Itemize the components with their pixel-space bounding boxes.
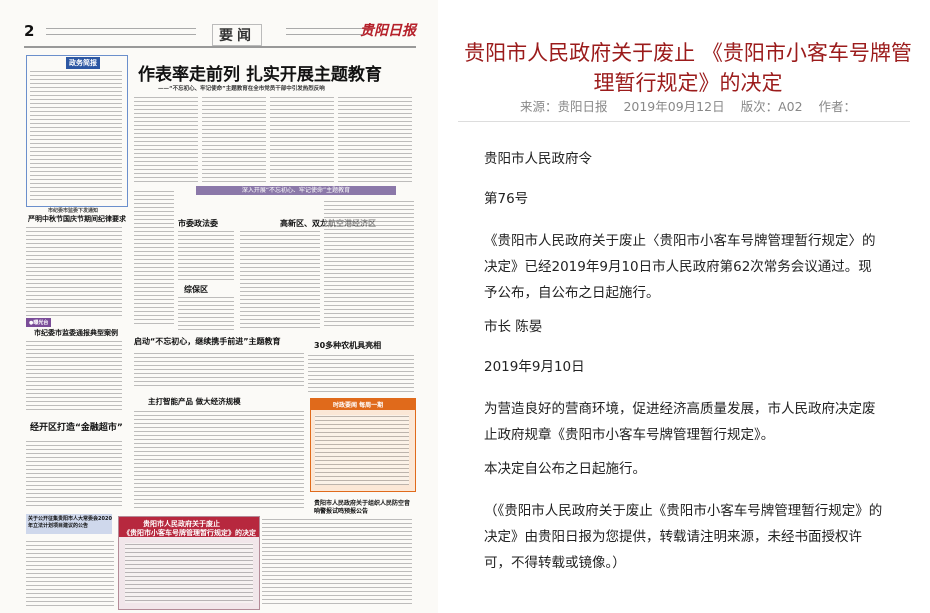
newspaper-text-column xyxy=(178,230,234,280)
newspaper-text-column xyxy=(308,354,414,394)
newspaper-main-headline: 作表率走前列 扎实开展主题教育 xyxy=(138,65,382,85)
article-paragraph: 2019年9月10日 xyxy=(484,359,585,375)
newspaper-headline-left1: 严明中秋节国庆节期间纪律要求 xyxy=(28,215,126,223)
header-rule-right xyxy=(286,28,366,35)
meta-divider xyxy=(458,121,910,122)
newspaper-header: 2 要闻 贵阳日报 xyxy=(24,22,416,48)
article-paragraph: 贵阳市人民政府令 xyxy=(484,151,592,167)
article-paragraph: 市长 陈晏 xyxy=(484,319,543,335)
article-paragraph: 本决定自公布之日起施行。 xyxy=(484,461,646,477)
article-paragraph: 第76号 xyxy=(484,191,529,207)
header-rule xyxy=(46,28,196,35)
newspaper-text-column xyxy=(178,296,234,330)
newspaper-logo: 贵阳日报 xyxy=(360,23,416,39)
newspaper-text-column xyxy=(134,190,174,326)
newspaper-main-subheadline: ——“不忘初心、牢记使命”主题教育在全市党员干部中引发热烈反响 xyxy=(158,86,325,92)
newspaper-text-column xyxy=(26,226,122,318)
newspaper-section-name: 要闻 xyxy=(212,24,262,46)
newspaper-headline-mid2: 综保区 xyxy=(184,285,208,294)
article-paragraph: 《贵阳市人民政府关于废止〈贵阳市小客车号牌管理暂行规定〉的决定》已经2019年9… xyxy=(484,233,876,301)
article-author: 作者： xyxy=(818,99,857,114)
newspaper-orange-ad: 时政要闻 每周一期 xyxy=(310,398,416,492)
newspaper-text-column xyxy=(324,200,414,328)
newspaper-page-image[interactable]: 2 要闻 贵阳日报 政务简报 市纪委市监委下发通知 严明中秋节国庆节期间纪律要求… xyxy=(0,0,438,613)
newspaper-headline-mid1: 市委政法委 xyxy=(178,219,218,228)
newspaper-kicker: 市纪委市监委下发通知 xyxy=(48,208,99,214)
article-paragraph: 为营造良好的营商环境，促进经济高质量发展，市人民政府决定废止政府规章《贵阳市小客… xyxy=(484,401,876,443)
newspaper-text-column xyxy=(134,96,198,184)
newspaper-headline-mid5: 主打智能产品 做大经济规模 xyxy=(148,397,241,406)
newspaper-decision-notice: 贵阳市人民政府关于废止 《贵阳市小客车号牌管理暂行规定》的决定 xyxy=(118,516,260,610)
newspaper-headline-left2: 市纪委市监委通报典型案例 xyxy=(34,329,118,337)
newspaper-text-column xyxy=(315,415,409,485)
newspaper-headline-right1: 30多种农机具亮相 xyxy=(314,341,382,350)
newspaper-purple-banner: 深入开展“不忘初心、牢记使命”主题教育 xyxy=(196,186,396,195)
article-meta: 来源：贵阳日报 2019年09月12日 版次：A02 作者： xyxy=(458,96,918,115)
newspaper-text-column xyxy=(26,340,122,412)
newspaper-headline-mid4: 启动“不忘初心，继续携手前进”主题教育 xyxy=(134,337,281,346)
newspaper-headline-left3: 经开区打造“金融超市” xyxy=(30,423,123,433)
article-panel: 贵阳市人民政府关于废止 《贵阳市小客车号牌管理暂行规定》的决定 来源：贵阳日报 … xyxy=(438,0,930,613)
newspaper-tag: ●曝光台 xyxy=(26,318,52,327)
newspaper-text-column xyxy=(134,352,304,388)
newspaper-text-column xyxy=(26,440,122,508)
notice-title-line2: 《贵阳市小客车号牌管理暂行规定》的决定 xyxy=(123,529,256,537)
newspaper-text-column xyxy=(30,70,122,200)
article-source: 来源：贵阳日报 xyxy=(519,99,608,114)
newspaper-text-column xyxy=(125,543,253,603)
newspaper-text-column xyxy=(240,230,320,328)
article-title: 贵阳市人民政府关于废止 《贵阳市小客车号牌管理暂行规定》的决定 xyxy=(464,41,912,95)
newspaper-notice-right: 贵阳市人民政府关于组织人民防空音响警报试鸣预报公告 xyxy=(314,500,411,515)
newspaper-text-column xyxy=(202,96,266,184)
newspaper-text-column xyxy=(338,96,412,184)
newspaper-text-column xyxy=(26,540,114,606)
article-paragraph: （《贵阳市人民政府关于废止《贵阳市小客车号牌管理暂行规定》的决定》由贵阳日报为您… xyxy=(484,503,883,571)
newspaper-headline-left4: 关于公开征集贵阳市人大常委会2020年立法计划项目建议的公告 xyxy=(28,516,112,529)
newspaper-banner-text: 深入开展“不忘初心、牢记使命”主题教育 xyxy=(241,187,351,194)
newspaper-text-column xyxy=(262,518,412,606)
article-edition: 版次：A02 xyxy=(740,99,803,114)
newspaper-text-column xyxy=(134,410,304,510)
newspaper-text-column xyxy=(270,96,334,184)
ad-label: 时政要闻 每周一期 xyxy=(333,402,384,409)
newspaper-page-number: 2 xyxy=(24,22,35,40)
article-date: 2019年09月12日 xyxy=(623,99,725,114)
